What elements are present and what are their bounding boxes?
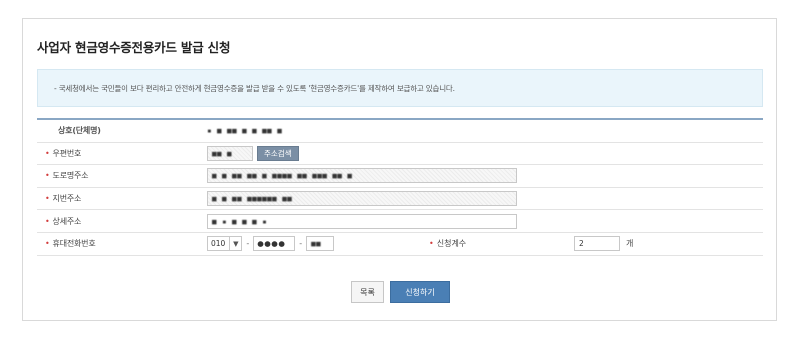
postal-code-label-wrap: • 우편번호 xyxy=(45,143,81,165)
form-actions: 목록 신청하기 xyxy=(23,281,778,303)
lot-address-value-wrap: ■ ■ ■■ ■■■■■■ ■■ xyxy=(207,188,517,210)
chevron-down-icon[interactable]: ▼ xyxy=(229,237,241,251)
mobile-last-value: ■■ xyxy=(311,239,322,249)
mobile-value-wrap: 010 ▼ - ●●●● - ■■ xyxy=(207,233,335,255)
road-address-value-wrap: ■ ■ ■■ ■■ ■ ■■■■ ■■ ■■■ ■■ ■ xyxy=(207,165,517,187)
submit-button[interactable]: 신청하기 xyxy=(390,281,450,303)
list-button[interactable]: 목록 xyxy=(351,281,384,303)
mobile-middle-input[interactable]: ●●●● xyxy=(253,236,296,252)
detail-address-input[interactable]: ■ ▪ ■ ■ ■ ▪ xyxy=(207,213,517,229)
request-count-input[interactable]: 2 xyxy=(574,236,620,252)
postal-code-value: ■■ ■ xyxy=(212,148,233,158)
required-bullet-icon: • xyxy=(45,194,50,204)
form-row-mobile: • 휴대전화번호 010 ▼ - ●●●● - ■■ • 신청계수 2 개 xyxy=(37,233,763,256)
application-panel: 사업자 현금영수증전용카드 발급 신청 - 국세청에서는 국민들이 보다 편리하… xyxy=(22,18,777,321)
form-row-lot-address: • 지번주소 ■ ■ ■■ ■■■■■■ ■■ xyxy=(37,188,763,211)
lot-address-input[interactable]: ■ ■ ■■ ■■■■■■ ■■ xyxy=(207,191,517,207)
request-count-label-wrap: • 신청계수 xyxy=(429,233,466,255)
mobile-prefix-select[interactable]: 010 ▼ xyxy=(207,236,243,252)
required-bullet-icon: • xyxy=(45,148,50,158)
request-count-value: 2 xyxy=(579,239,584,249)
business-name-label: 상호(단체명) xyxy=(58,126,101,136)
mobile-separator: - xyxy=(299,239,303,249)
mobile-label-wrap: • 휴대전화번호 xyxy=(45,233,96,255)
business-name-value: ▪ ■ ■■ ■ ■ ■■ ■ xyxy=(207,126,283,136)
address-search-button[interactable]: 주소검색 xyxy=(257,145,299,161)
request-count-label: 신청계수 xyxy=(436,239,467,249)
mobile-prefix-value: 010 xyxy=(211,239,226,249)
mobile-label: 휴대전화번호 xyxy=(52,239,96,249)
business-name-value-wrap: ▪ ■ ■■ ■ ■ ■■ ■ xyxy=(207,120,282,142)
required-bullet-icon: • xyxy=(45,239,50,249)
form-row-detail-address: • 상세주소 ■ ▪ ■ ■ ■ ▪ xyxy=(37,210,763,233)
lot-address-label: 지번주소 xyxy=(52,194,82,204)
required-bullet-icon: • xyxy=(45,171,50,181)
postal-code-input[interactable]: ■■ ■ xyxy=(207,145,253,161)
mobile-middle-value: ●●●● xyxy=(257,239,286,249)
form-row-postal-code: • 우편번호 ■■ ■ 주소검색 xyxy=(37,143,763,166)
road-address-label-wrap: • 도로명주소 xyxy=(45,165,89,187)
detail-address-value-wrap: ■ ▪ ■ ■ ■ ▪ xyxy=(207,210,517,232)
road-address-input[interactable]: ■ ■ ■■ ■■ ■ ■■■■ ■■ ■■■ ■■ ■ xyxy=(207,168,517,184)
notice-text: - 국세청에서는 국민들이 보다 편리하고 안전하게 현금영수증을 발급 받을 … xyxy=(54,83,455,93)
form-row-business-name: 상호(단체명) ▪ ■ ■■ ■ ■ ■■ ■ xyxy=(37,120,763,143)
form-row-road-address: • 도로명주소 ■ ■ ■■ ■■ ■ ■■■■ ■■ ■■■ ■■ ■ xyxy=(37,165,763,188)
road-address-label: 도로명주소 xyxy=(52,171,89,181)
application-form: 상호(단체명) ▪ ■ ■■ ■ ■ ■■ ■ • 우편번호 ■■ ■ 주소검색… xyxy=(37,118,763,256)
mobile-last-input[interactable]: ■■ xyxy=(306,236,335,252)
lot-address-label-wrap: • 지번주소 xyxy=(45,188,81,210)
request-count-wrap: 2 개 xyxy=(574,233,633,255)
page-title: 사업자 현금영수증전용카드 발급 신청 xyxy=(37,40,231,55)
required-bullet-icon: • xyxy=(45,216,50,226)
road-address-value: ■ ■ ■■ ■■ ■ ■■■■ ■■ ■■■ ■■ ■ xyxy=(212,171,353,181)
notice-box: - 국세청에서는 국민들이 보다 편리하고 안전하게 현금영수증을 발급 받을 … xyxy=(37,69,763,107)
lot-address-value: ■ ■ ■■ ■■■■■■ ■■ xyxy=(212,194,293,204)
required-bullet-icon: • xyxy=(429,239,434,249)
mobile-separator: - xyxy=(246,239,250,249)
postal-code-label: 우편번호 xyxy=(52,148,82,158)
detail-address-label: 상세주소 xyxy=(52,216,82,226)
detail-address-label-wrap: • 상세주소 xyxy=(45,210,81,232)
postal-code-value-wrap: ■■ ■ 주소검색 xyxy=(207,143,299,165)
detail-address-value: ■ ▪ ■ ■ ■ ▪ xyxy=(212,216,268,226)
request-count-unit: 개 xyxy=(626,239,634,249)
